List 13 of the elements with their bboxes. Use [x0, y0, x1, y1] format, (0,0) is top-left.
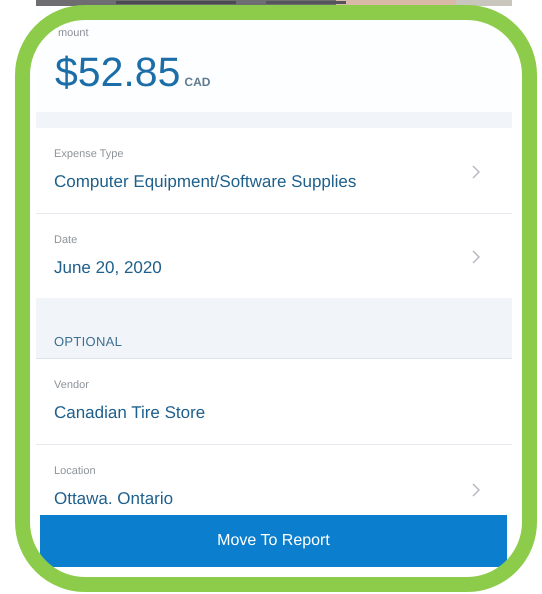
field-label: Location [54, 465, 97, 477]
field-value: Computer Equipment/Software Supplies [54, 172, 358, 192]
currency-code: CAD [184, 75, 210, 89]
move-to-report-button[interactable]: Move To Report [40, 515, 507, 567]
amount-value: $52.85 [55, 49, 180, 96]
field-label: Expense Type [54, 148, 125, 160]
amount-label: mount [58, 27, 90, 39]
field-value: Ottawa. Ontario [54, 489, 174, 509]
field-label: Date [54, 234, 78, 246]
field-value: June 20, 2020 [54, 258, 163, 278]
field-value: Canadian Tire Store [54, 403, 206, 423]
section-title: OPTIONAL [54, 334, 122, 349]
field-label: Vendor [54, 379, 90, 391]
